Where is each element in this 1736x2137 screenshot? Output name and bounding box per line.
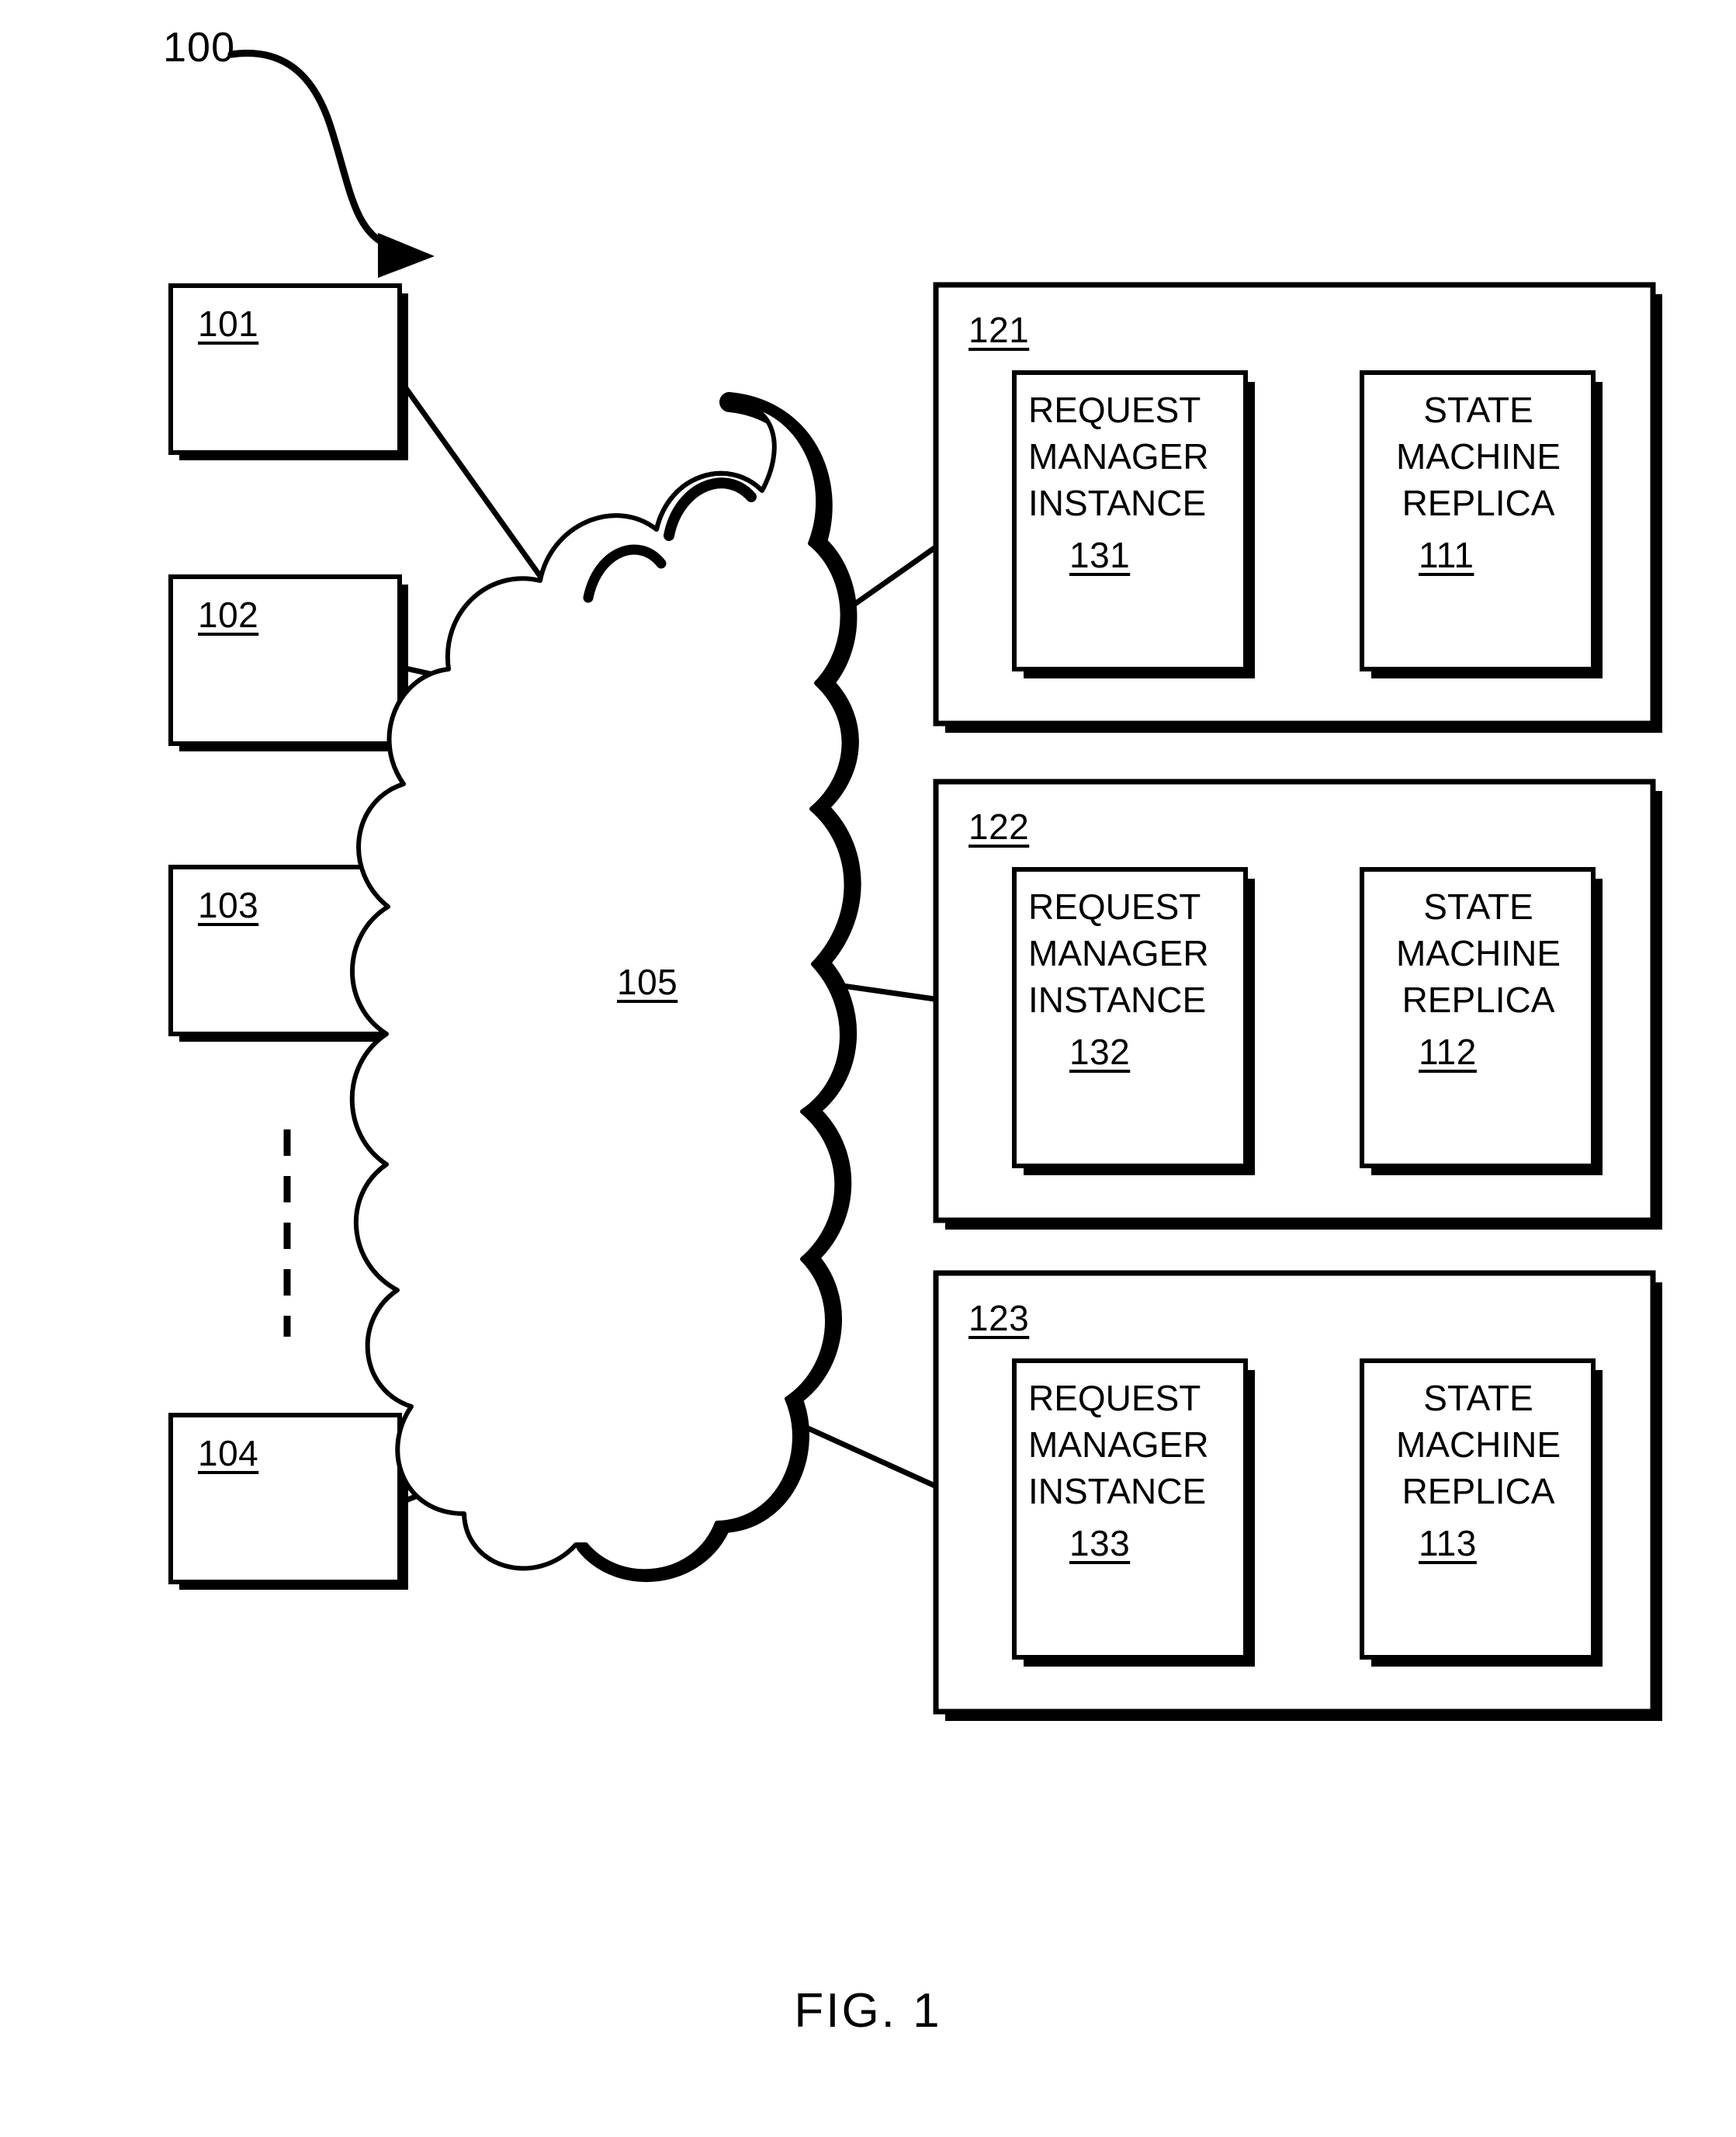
server-ref-122: 122 (968, 807, 1030, 847)
system-lead-arrow (227, 50, 435, 278)
state-machine-ref-112: 112 (1419, 1032, 1477, 1072)
state-machine-ref-111: 111 (1419, 535, 1474, 575)
request-manager-ref-131: 131 (1069, 535, 1131, 575)
client-ref-103: 103 (198, 885, 259, 925)
request-manager-title-131: REQUEST MANAGER INSTANCE (1028, 390, 1209, 523)
client-ref-102: 102 (198, 595, 259, 635)
client-ref-101: 101 (198, 304, 259, 344)
system-reference-label: 100 (163, 24, 236, 71)
link-101-to-network (400, 380, 560, 602)
request-manager-title-133: REQUEST MANAGER INSTANCE (1028, 1378, 1209, 1511)
state-machine-title-113: STATE MACHINE REPLICA (1395, 1378, 1561, 1511)
patent-figure-1: 100 101 102 103 104 105 121 REQUEST MANA… (0, 0, 1736, 2137)
state-machine-title-112: STATE MACHINE REPLICA (1395, 886, 1561, 1020)
server-ref-121: 121 (968, 310, 1030, 350)
request-manager-ref-133: 133 (1069, 1523, 1131, 1563)
state-machine-title-111: STATE MACHINE REPLICA (1395, 390, 1561, 523)
server-ref-123: 123 (968, 1298, 1030, 1338)
network-ref-105: 105 (617, 962, 678, 1002)
client-ref-104: 104 (198, 1433, 259, 1473)
state-machine-ref-113: 113 (1419, 1523, 1477, 1563)
figure-caption: FIG. 1 (794, 1984, 942, 2038)
request-manager-ref-132: 132 (1069, 1032, 1131, 1072)
network-cloud-105[interactable] (349, 392, 861, 1583)
request-manager-title-132: REQUEST MANAGER INSTANCE (1028, 886, 1209, 1020)
